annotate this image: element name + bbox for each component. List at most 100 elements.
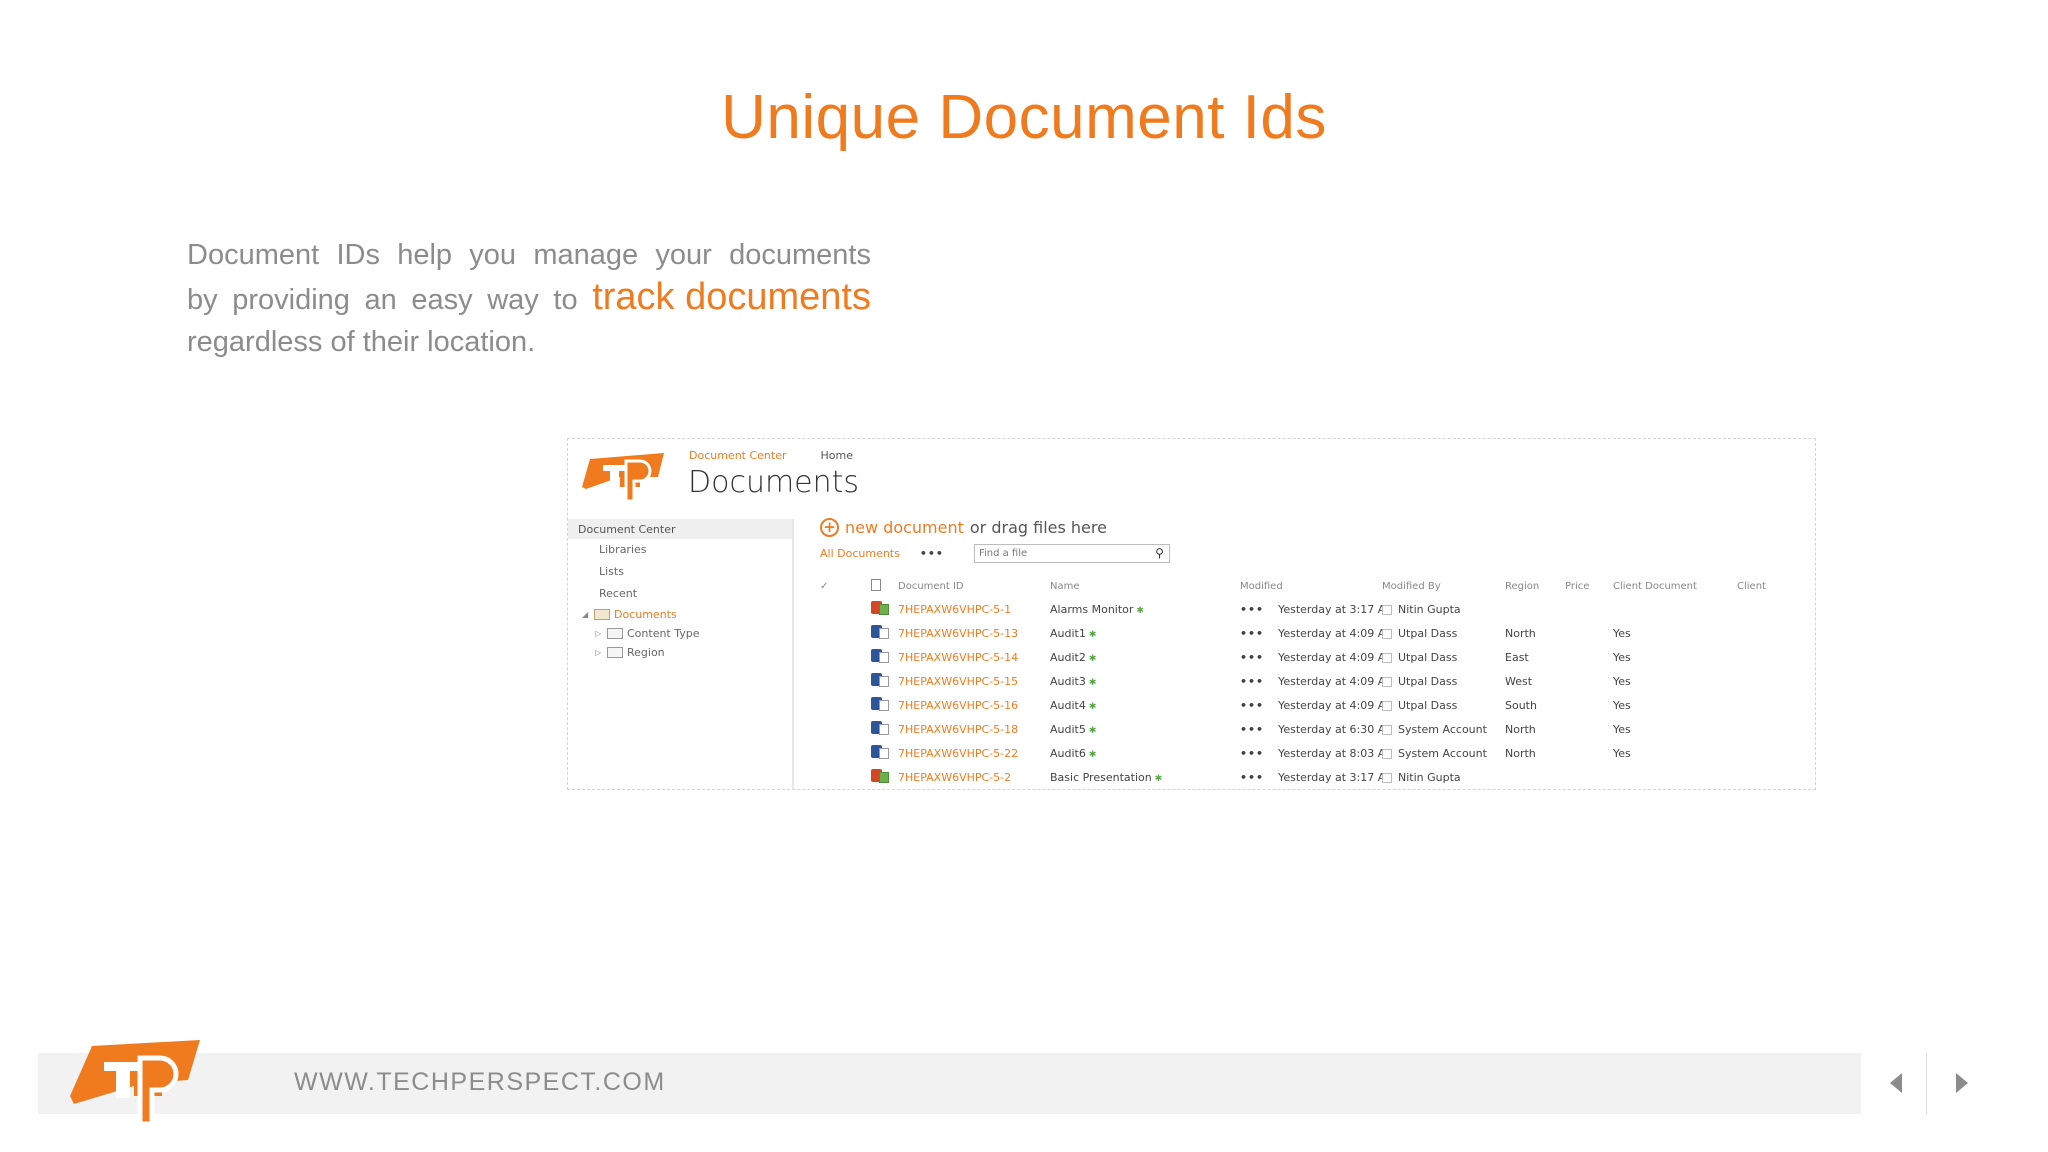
modified-by-text[interactable]: System Account bbox=[1398, 747, 1487, 760]
document-name-link[interactable]: Audit6 bbox=[1050, 747, 1086, 760]
search-input[interactable]: Find a file ⚲ bbox=[973, 543, 1170, 563]
row-select-cell[interactable] bbox=[820, 621, 836, 645]
item-menu-ellipsis-icon[interactable]: ••• bbox=[1240, 723, 1264, 736]
modified-by-cell[interactable]: Utpal Dass bbox=[1382, 669, 1505, 693]
modified-by-cell[interactable]: System Account bbox=[1382, 741, 1505, 765]
document-name-link[interactable]: Audit2 bbox=[1050, 651, 1086, 664]
document-name-link[interactable]: Audit5 bbox=[1050, 723, 1086, 736]
breadcrumb-home[interactable]: Home bbox=[821, 449, 853, 462]
nav-item-lists[interactable]: Lists bbox=[568, 561, 792, 583]
tree-item-region[interactable]: ▷ Region bbox=[568, 643, 792, 662]
document-name-cell[interactable]: Alarms Monitor ✱ bbox=[1050, 597, 1240, 621]
modified-by-cell[interactable]: Nitin Gupta bbox=[1382, 597, 1505, 621]
document-name-cell[interactable]: Audit1 ✱ bbox=[1050, 621, 1240, 645]
client-cell bbox=[1737, 597, 1810, 621]
collapsed-triangle-icon[interactable]: ▷ bbox=[595, 624, 603, 643]
modified-by-text[interactable]: Utpal Dass bbox=[1398, 675, 1457, 688]
document-id-cell[interactable]: 7HEPAXW6VHPC-5-22 bbox=[898, 741, 1050, 765]
column-header[interactable]: Region bbox=[1505, 575, 1565, 597]
nav-item-libraries[interactable]: Libraries bbox=[568, 539, 792, 561]
table-row[interactable]: 7HEPAXW6VHPC-5-16 Audit4 ✱ ••• Yesterday at … bbox=[820, 693, 1810, 717]
modified-by-cell[interactable]: System Account bbox=[1382, 717, 1505, 741]
document-name-cell[interactable]: Audit5 ✱ bbox=[1050, 717, 1240, 741]
item-menu-ellipsis-icon[interactable]: ••• bbox=[1240, 627, 1264, 640]
document-name-cell[interactable]: Audit3 ✱ bbox=[1050, 669, 1240, 693]
document-id-cell[interactable]: 7HEPAXW6VHPC-5-13 bbox=[898, 621, 1050, 645]
nav-item-recent[interactable]: Recent bbox=[568, 583, 792, 605]
footer-url[interactable]: WWW.TECHPERSPECT.COM bbox=[294, 1068, 666, 1097]
document-name-link[interactable]: Audit3 bbox=[1050, 675, 1086, 688]
document-id-cell[interactable]: 7HEPAXW6VHPC-5-2 bbox=[898, 765, 1050, 789]
modified-by-cell[interactable]: Utpal Dass bbox=[1382, 645, 1505, 669]
breadcrumb-document-center[interactable]: Document Center bbox=[689, 449, 787, 462]
document-name-link[interactable]: Alarms Monitor bbox=[1050, 603, 1133, 616]
document-name-cell[interactable]: Basic Presentation ✱ bbox=[1050, 765, 1240, 789]
document-name-link[interactable]: Basic Presentation bbox=[1050, 771, 1152, 784]
table-row[interactable]: 7HEPAXW6VHPC-5-14 Audit2 ✱ ••• Yesterday at … bbox=[820, 645, 1810, 669]
expanded-triangle-icon[interactable]: ◢ bbox=[582, 605, 590, 624]
modified-by-cell[interactable]: Utpal Dass bbox=[1382, 621, 1505, 645]
modified-by-cell[interactable]: Nitin Gupta bbox=[1382, 765, 1505, 789]
new-document-link[interactable]: new document bbox=[845, 518, 964, 537]
modified-text: Yesterday at 4:09 AM bbox=[1278, 626, 1382, 640]
item-menu-ellipsis-icon[interactable]: ••• bbox=[1240, 651, 1264, 664]
next-slide-arrow-icon[interactable] bbox=[1956, 1073, 1968, 1093]
nav-header[interactable]: Document Center bbox=[568, 519, 792, 539]
column-header[interactable]: Document ID bbox=[898, 575, 1050, 597]
document-name-cell[interactable]: Audit2 ✱ bbox=[1050, 645, 1240, 669]
item-menu-ellipsis-icon[interactable]: ••• bbox=[1240, 603, 1264, 616]
plus-circle-icon[interactable]: + bbox=[820, 517, 839, 537]
document-name-cell[interactable]: Audit4 ✱ bbox=[1050, 693, 1240, 717]
table-row[interactable]: 7HEPAXW6VHPC-5-15 Audit3 ✱ ••• Yesterday at … bbox=[820, 669, 1810, 693]
item-menu-ellipsis-icon[interactable]: ••• bbox=[1240, 699, 1264, 712]
column-header[interactable]: Modified bbox=[1240, 575, 1382, 597]
document-name-link[interactable]: Audit4 bbox=[1050, 699, 1086, 712]
row-select-cell[interactable] bbox=[820, 717, 836, 741]
modified-by-text[interactable]: Nitin Gupta bbox=[1398, 603, 1461, 616]
row-select-cell[interactable] bbox=[820, 669, 836, 693]
document-id-cell[interactable]: 7HEPAXW6VHPC-5-1 bbox=[898, 597, 1050, 621]
column-header[interactable]: Client bbox=[1737, 575, 1810, 597]
column-header[interactable]: Name bbox=[1050, 575, 1240, 597]
table-row[interactable]: 7HEPAXW6VHPC-5-22 Audit6 ✱ ••• Yesterday at … bbox=[820, 741, 1810, 765]
search-icon[interactable]: ⚲ bbox=[1155, 546, 1164, 560]
table-row[interactable]: 7HEPAXW6VHPC-5-18 Audit5 ✱ ••• Yesterday at … bbox=[820, 717, 1810, 741]
table-row[interactable]: 7HEPAXW6VHPC-5-2 Basic Presentation ✱ ••• Ye… bbox=[820, 765, 1810, 789]
modified-cell: ••• Yesterday at 3:17 AM bbox=[1240, 597, 1382, 621]
table-row[interactable]: 7HEPAXW6VHPC-5-13 Audit1 ✱ ••• Yesterday at … bbox=[820, 621, 1810, 645]
table-row[interactable]: 7HEPAXW6VHPC-5-1 Alarms Monitor ✱ ••• Yester… bbox=[820, 597, 1810, 621]
column-header[interactable]: Price bbox=[1565, 575, 1613, 597]
modified-by-text[interactable]: System Account bbox=[1398, 723, 1487, 736]
modified-by-cell[interactable]: Utpal Dass bbox=[1382, 693, 1505, 717]
previous-slide-arrow-icon[interactable] bbox=[1890, 1073, 1902, 1093]
row-select-cell[interactable] bbox=[820, 645, 836, 669]
tree-item-content-type[interactable]: ▷ Content Type bbox=[568, 624, 792, 643]
column-header[interactable]: Modified By bbox=[1382, 575, 1505, 597]
column-header[interactable]: Client Document bbox=[1613, 575, 1737, 597]
item-menu-ellipsis-icon[interactable]: ••• bbox=[1240, 747, 1264, 760]
modified-text: Yesterday at 3:17 AM bbox=[1278, 770, 1382, 784]
document-id-cell[interactable]: 7HEPAXW6VHPC-5-14 bbox=[898, 645, 1050, 669]
row-select-cell[interactable] bbox=[820, 741, 836, 765]
modified-by-text[interactable]: Utpal Dass bbox=[1398, 627, 1457, 640]
modified-by-text[interactable]: Utpal Dass bbox=[1398, 651, 1457, 664]
item-menu-ellipsis-icon[interactable]: ••• bbox=[1240, 675, 1264, 688]
modified-by-text[interactable]: Nitin Gupta bbox=[1398, 771, 1461, 784]
file-type-header[interactable] bbox=[836, 575, 898, 597]
collapsed-triangle-icon[interactable]: ▷ bbox=[595, 643, 603, 662]
row-select-cell[interactable] bbox=[820, 597, 836, 621]
document-name-link[interactable]: Audit1 bbox=[1050, 627, 1086, 640]
item-menu-ellipsis-icon[interactable]: ••• bbox=[1240, 771, 1264, 784]
select-all-check-icon[interactable]: ✓ bbox=[820, 575, 836, 597]
row-select-cell[interactable] bbox=[820, 693, 836, 717]
view-more-ellipsis-icon[interactable]: ••• bbox=[920, 547, 944, 560]
price-cell bbox=[1565, 765, 1613, 789]
row-select-cell[interactable] bbox=[820, 765, 836, 789]
tree-item-documents[interactable]: ◢ Documents bbox=[568, 605, 792, 624]
document-id-cell[interactable]: 7HEPAXW6VHPC-5-15 bbox=[898, 669, 1050, 693]
document-name-cell[interactable]: Audit6 ✱ bbox=[1050, 741, 1240, 765]
document-id-cell[interactable]: 7HEPAXW6VHPC-5-18 bbox=[898, 717, 1050, 741]
modified-by-text[interactable]: Utpal Dass bbox=[1398, 699, 1457, 712]
document-id-cell[interactable]: 7HEPAXW6VHPC-5-16 bbox=[898, 693, 1050, 717]
view-all-documents[interactable]: All Documents bbox=[820, 547, 900, 560]
